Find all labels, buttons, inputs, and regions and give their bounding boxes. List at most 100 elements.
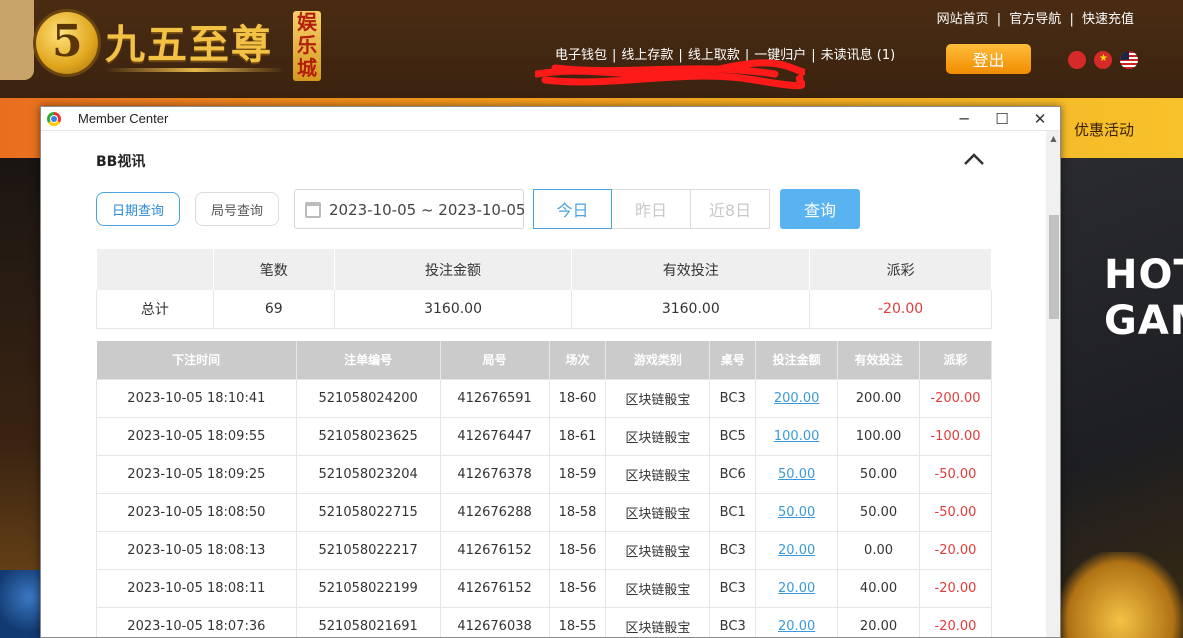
close-button[interactable]: ✕ [1021, 107, 1059, 131]
column-header[interactable]: 注单编号 [296, 341, 441, 379]
quick-range-group: 今日 昨日 近8日 [533, 189, 771, 229]
table-cell: BC3 [709, 378, 757, 418]
bet-amount-link[interactable]: 20.00 [778, 543, 815, 558]
logout-button[interactable]: 登出 [946, 44, 1031, 74]
table-cell: 50.00 [755, 492, 839, 532]
logo-badge: 娱乐城 [293, 11, 321, 81]
summary-cell: 总计 [96, 290, 214, 329]
china-flag-icon[interactable]: ★ [1094, 51, 1112, 69]
table-cell: 521058022217 [295, 530, 441, 570]
us-flag-icon[interactable] [1120, 51, 1138, 69]
table-cell: 521058021691 [295, 606, 441, 637]
bet-records-table: 下注时间 注单编号 局号 场次 游戏类别 桌号 投注金额 有效投注 派彩 202… [96, 341, 993, 637]
table-cell: 区块链骰宝 [605, 454, 711, 494]
summary-table: 笔数 投注金额 有效投注 派彩 总计 69 3160.00 3160.00 -2… [96, 249, 992, 329]
summary-cell: 69 [212, 290, 335, 329]
table-row: 2023-10-05 18:09:25 521058023204 412676378… [96, 454, 993, 494]
table-cell: 200.00 [755, 378, 839, 418]
date-query-tab[interactable]: 日期查询 [96, 192, 180, 226]
summary-header: 有效投注 [571, 249, 811, 290]
table-cell: 412676152 [439, 530, 550, 570]
table-cell: 50.00 [837, 454, 920, 494]
table-cell: 2023-10-05 18:08:11 [96, 568, 297, 608]
bet-amount-link[interactable]: 200.00 [774, 391, 820, 406]
scroll-up-arrow-icon[interactable]: ▲ [1046, 134, 1060, 144]
browser-app-icon [47, 112, 61, 126]
table-row: 2023-10-05 18:10:41 521058024200 412676591… [96, 378, 993, 418]
site-logo[interactable]: 九五至尊 娱乐城 [0, 0, 330, 98]
maximize-button[interactable]: ☐ [983, 107, 1021, 131]
bet-amount-link[interactable]: 50.00 [778, 505, 815, 520]
member-center-window: Member Center ─ ☐ ✕ BB视讯 日期查询 局号查询 2023-… [40, 106, 1061, 638]
table-cell: BC6 [709, 454, 757, 494]
column-header[interactable]: 场次 [549, 341, 607, 379]
table-cell: 2023-10-05 18:09:55 [96, 416, 297, 456]
table-cell: 18-58 [548, 492, 607, 532]
table-cell: -50.00 [918, 454, 993, 494]
table-cell: 50.00 [755, 454, 839, 494]
summary-cell: 3160.00 [333, 290, 573, 329]
today-button[interactable]: 今日 [533, 189, 612, 229]
nav-link-messages[interactable]: 未读讯息 (1) [821, 48, 896, 63]
table-cell: 18-59 [548, 454, 607, 494]
bet-amount-link[interactable]: 100.00 [774, 429, 820, 444]
table-cell: 412676152 [439, 568, 550, 608]
table-cell: 100.00 [755, 416, 839, 456]
table-row: 2023-10-05 18:07:36 521058021691 412676038… [96, 606, 993, 637]
minimize-button[interactable]: ─ [945, 107, 983, 131]
table-cell: BC1 [709, 492, 757, 532]
bet-amount-link[interactable]: 50.00 [778, 467, 815, 482]
table-cell: BC3 [709, 606, 757, 637]
table-cell: 2023-10-05 18:08:50 [96, 492, 297, 532]
table-cell: 20.00 [755, 530, 839, 570]
scrollbar-thumb[interactable] [1049, 215, 1059, 319]
summary-header-row: 笔数 投注金额 有效投注 派彩 [96, 249, 992, 290]
table-cell: BC3 [709, 568, 757, 608]
date-range-picker[interactable]: 2023-10-05 ~ 2023-10-05 [294, 189, 525, 229]
bet-amount-link[interactable]: 20.00 [778, 619, 815, 634]
hot-games-banner: HOT GAME [1104, 252, 1183, 344]
table-cell: 区块链骰宝 [605, 568, 711, 608]
table-cell: 18-61 [548, 416, 607, 456]
last-8-days-button[interactable]: 近8日 [691, 189, 770, 229]
top-link-home[interactable]: 网站首页 [937, 12, 989, 27]
nav-item-promotions[interactable]: 优惠活动 [1074, 119, 1134, 140]
column-header[interactable]: 投注金额 [755, 341, 839, 379]
summary-header: 投注金额 [334, 249, 573, 290]
column-header[interactable]: 游戏类别 [605, 341, 711, 379]
table-cell: 50.00 [837, 492, 920, 532]
table-cell: -20.00 [918, 530, 993, 570]
table-cell: -200.00 [918, 378, 993, 418]
table-cell: 412676038 [439, 606, 550, 637]
table-cell: 区块链骰宝 [605, 606, 711, 637]
bet-amount-link[interactable]: 20.00 [778, 581, 815, 596]
table-cell: 区块链骰宝 [605, 416, 711, 456]
table-cell: 412676591 [439, 378, 550, 418]
column-header[interactable]: 派彩 [919, 341, 993, 379]
summary-total-row: 总计 69 3160.00 3160.00 -20.00 [96, 290, 992, 329]
summary-header: 笔数 [213, 249, 335, 290]
table-cell: 412676378 [439, 454, 550, 494]
site-header: 九五至尊 娱乐城 网站首页 | 官方导航 | 快速充值 电子钱包|线上存款|线上… [0, 0, 1183, 98]
query-button[interactable]: 查询 [780, 189, 860, 229]
column-header[interactable]: 局号 [440, 341, 550, 379]
top-link-sep: | [996, 12, 1002, 27]
window-title: Member Center [78, 111, 169, 126]
table-cell: 20.00 [755, 568, 839, 608]
column-header[interactable]: 桌号 [709, 341, 757, 379]
yesterday-button[interactable]: 昨日 [612, 189, 691, 229]
table-cell: 521058023204 [295, 454, 441, 494]
round-query-tab[interactable]: 局号查询 [195, 192, 279, 226]
vertical-scrollbar[interactable]: ▲ [1046, 131, 1060, 637]
top-link-recharge[interactable]: 快速充值 [1082, 12, 1134, 27]
left-banner-decoration [0, 570, 42, 638]
top-link-nav[interactable]: 官方导航 [1009, 12, 1061, 27]
column-header[interactable]: 下注时间 [96, 341, 297, 379]
column-header[interactable]: 有效投注 [837, 341, 920, 379]
window-titlebar[interactable]: Member Center ─ ☐ ✕ [41, 107, 1060, 131]
table-cell: 521058022715 [295, 492, 441, 532]
chevron-up-icon[interactable] [963, 152, 985, 166]
section-title: BB视讯 [96, 154, 146, 170]
hong-kong-flag-icon[interactable] [1068, 51, 1086, 69]
table-cell: 412676288 [439, 492, 550, 532]
